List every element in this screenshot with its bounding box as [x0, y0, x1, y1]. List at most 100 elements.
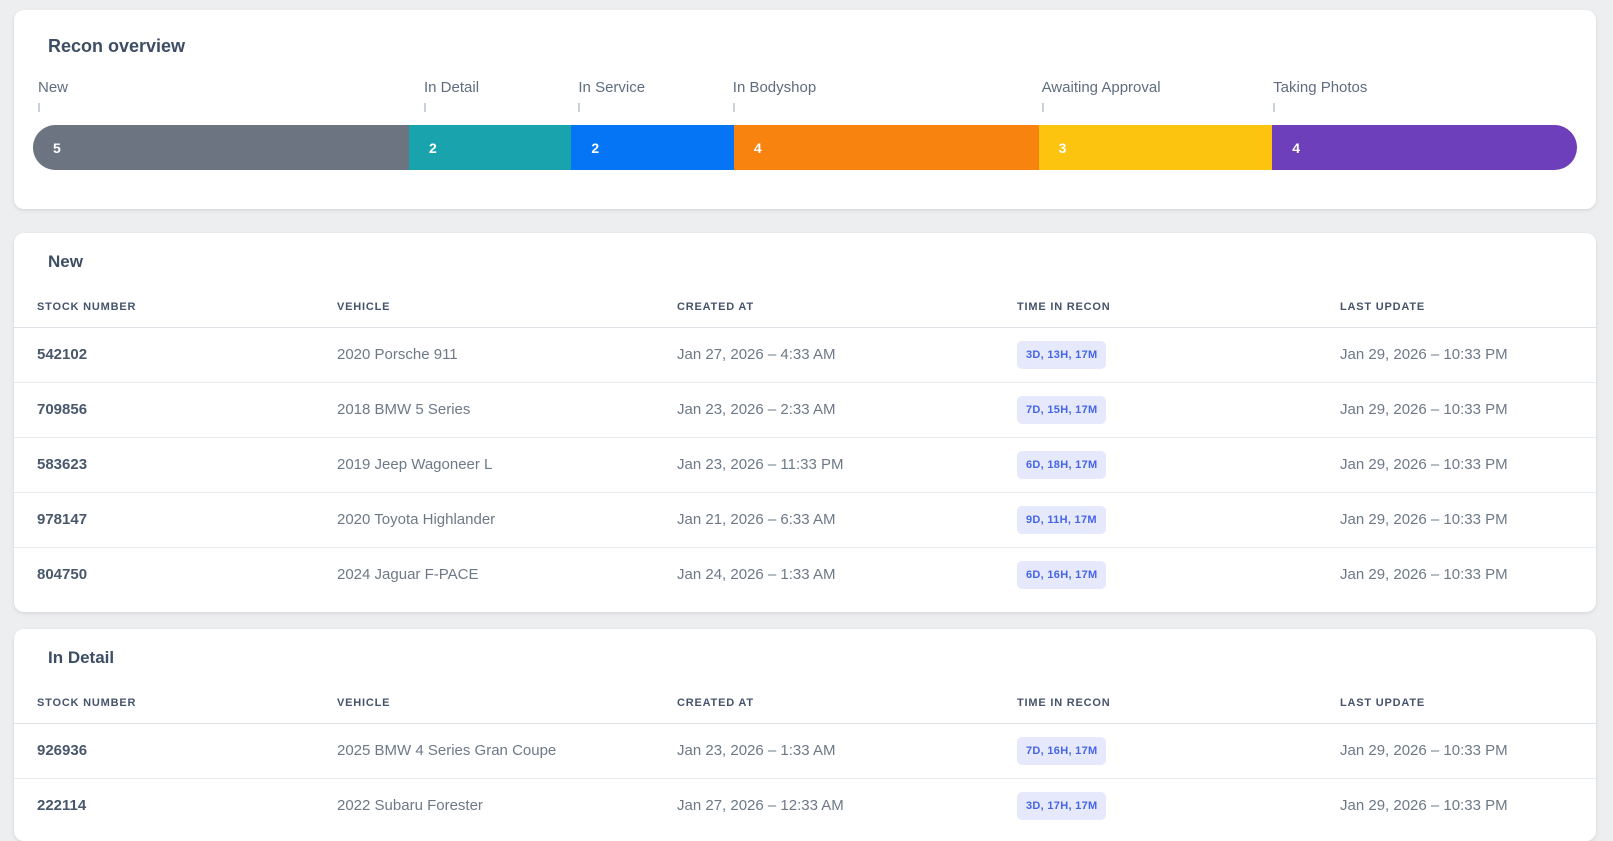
stage-label: New [38, 79, 69, 96]
segment-count: 4 [1292, 139, 1300, 156]
created-at-cell: Jan 27, 2026 – 12:33 AM [677, 797, 844, 814]
time-in-recon-badge: 7D, 16H, 17M [1017, 737, 1107, 765]
segment-count: 2 [429, 139, 437, 156]
section-title: In Detail [48, 648, 115, 667]
stage-tick [578, 103, 581, 112]
segment-count: 4 [753, 139, 762, 156]
segment-count: 3 [1058, 139, 1067, 156]
column-header-stock-number: STOCK NUMBER [37, 697, 137, 709]
table-row[interactable]: 804750 2024 Jaguar F-PACE Jan 24, 2026 –… [14, 548, 1596, 603]
recon-dashboard-page: Recon overview New In Detail In Service … [0, 10, 1613, 841]
stock-number-cell: 926936 [37, 742, 88, 759]
table-row[interactable]: 222114 2022 Subaru Forester Jan 27, 2026… [14, 779, 1596, 834]
column-header-time-in-recon: TIME IN RECON [1017, 697, 1111, 709]
stock-number-cell: 804750 [37, 566, 88, 583]
time-in-recon-cell: 7D, 15H, 17M [1017, 383, 1340, 438]
stage-tick [424, 103, 426, 112]
column-header-last-update: LAST UPDATE [1340, 697, 1425, 709]
column-header-time-in-recon: TIME IN RECON [1017, 301, 1111, 313]
time-in-recon-badge: 3D, 17H, 17M [1017, 792, 1107, 820]
vehicle-cell: 2020 Porsche 911 [337, 346, 458, 363]
stage-label-group-awaiting-approval: Awaiting Approval [1037, 78, 1269, 112]
in-detail-vehicles-table: STOCK NUMBER VEHICLE CREATED AT TIME IN … [14, 689, 1596, 833]
table-row[interactable]: 978147 2020 Toyota Highlander Jan 21, 20… [14, 493, 1596, 548]
time-in-recon-badge: 6D, 16H, 17M [1017, 561, 1107, 589]
vehicle-cell: 2024 Jaguar F-PACE [337, 566, 479, 583]
stock-number-cell: 978147 [37, 511, 88, 528]
created-at-cell: Jan 24, 2026 – 1:33 AM [677, 566, 836, 583]
time-in-recon-cell: 9D, 11H, 17M [1017, 493, 1340, 548]
stage-label: Awaiting Approval [1041, 79, 1161, 96]
created-at-cell: Jan 23, 2026 – 11:33 PM [677, 456, 844, 473]
vehicle-cell: 2019 Jeep Wagoneer L [337, 456, 493, 473]
stock-number-cell: 542102 [37, 346, 88, 363]
column-header-created-at: CREATED AT [677, 697, 754, 709]
stage-label-group-taking-photos: Taking Photos [1268, 78, 1577, 112]
bar-segment-new[interactable]: 5 [33, 125, 409, 170]
table-row[interactable]: 542102 2020 Porsche 911 Jan 27, 2026 – 4… [14, 328, 1596, 383]
column-header-vehicle: VEHICLE [337, 301, 391, 313]
last-update-cell: Jan 29, 2026 – 10:33 PM [1340, 797, 1508, 814]
time-in-recon-badge: 6D, 18H, 17M [1017, 451, 1107, 479]
table-header-row: STOCK NUMBER VEHICLE CREATED AT TIME IN … [14, 293, 1596, 328]
last-update-cell: Jan 29, 2026 – 10:33 PM [1340, 742, 1508, 759]
column-header-last-update: LAST UPDATE [1340, 301, 1425, 313]
segment-count: 5 [53, 139, 61, 156]
last-update-cell: Jan 29, 2026 – 10:33 PM [1340, 566, 1508, 583]
column-header-stock-number: STOCK NUMBER [37, 301, 137, 313]
stock-number-cell: 583623 [37, 456, 88, 473]
column-header-vehicle: VEHICLE [337, 697, 391, 709]
in-detail-section-card: In Detail STOCK NUMBER VEHICLE CREATED A… [14, 629, 1596, 841]
recon-pipeline-bar: 5 2 2 4 3 4 [33, 125, 1577, 170]
bar-segment-in-service[interactable]: 2 [571, 125, 734, 170]
table-row[interactable]: 709856 2018 BMW 5 Series Jan 23, 2026 – … [14, 383, 1596, 438]
new-vehicles-table: STOCK NUMBER VEHICLE CREATED AT TIME IN … [14, 293, 1596, 602]
stage-tick [38, 103, 40, 112]
column-header-created-at: CREATED AT [677, 301, 754, 313]
stage-label-group-in-detail: In Detail [419, 78, 573, 112]
bar-segment-in-bodyshop[interactable]: 4 [733, 125, 1039, 170]
section-title: New [48, 252, 83, 271]
table-row[interactable]: 926936 2025 BMW 4 Series Gran Coupe Jan … [14, 724, 1596, 779]
bar-segment-awaiting-approval[interactable]: 3 [1038, 125, 1273, 170]
stage-tick [1273, 103, 1276, 112]
created-at-cell: Jan 27, 2026 – 4:33 AM [677, 346, 836, 363]
overview-title: Recon overview [48, 36, 186, 56]
time-in-recon-badge: 7D, 15H, 17M [1017, 396, 1107, 424]
stage-label: In Detail [424, 79, 480, 96]
time-in-recon-cell: 7D, 16H, 17M [1017, 724, 1340, 779]
time-in-recon-cell: 6D, 18H, 17M [1017, 438, 1340, 493]
time-in-recon-cell: 3D, 13H, 17M [1017, 328, 1340, 383]
new-section-card: New STOCK NUMBER VEHICLE CREATED AT TIME… [14, 233, 1596, 612]
created-at-cell: Jan 21, 2026 – 6:33 AM [677, 511, 836, 528]
table-row[interactable]: 583623 2019 Jeep Wagoneer L Jan 23, 2026… [14, 438, 1596, 493]
stage-label-group-new: New [33, 78, 419, 112]
stage-tick [1041, 103, 1044, 112]
segment-count: 2 [591, 139, 600, 156]
vehicle-cell: 2020 Toyota Highlander [337, 511, 496, 528]
recon-overview-card: Recon overview New In Detail In Service … [14, 10, 1596, 209]
created-at-cell: Jan 23, 2026 – 1:33 AM [677, 742, 836, 759]
stock-number-cell: 222114 [37, 797, 87, 814]
last-update-cell: Jan 29, 2026 – 10:33 PM [1340, 346, 1508, 363]
stage-label: In Service [578, 79, 646, 96]
bar-segment-taking-photos[interactable]: 4 [1272, 125, 1577, 170]
stage-label-group-in-bodyshop: In Bodyshop [728, 78, 1037, 112]
time-in-recon-badge: 9D, 11H, 17M [1017, 506, 1106, 534]
stage-label-group-in-service: In Service [573, 78, 727, 112]
last-update-cell: Jan 29, 2026 – 10:33 PM [1340, 456, 1508, 473]
table-header-row: STOCK NUMBER VEHICLE CREATED AT TIME IN … [14, 689, 1596, 724]
bar-segment-in-detail[interactable]: 2 [409, 125, 572, 170]
last-update-cell: Jan 29, 2026 – 10:33 PM [1340, 401, 1508, 418]
vehicle-cell: 2018 BMW 5 Series [337, 401, 471, 418]
time-in-recon-cell: 6D, 16H, 17M [1017, 548, 1340, 603]
stage-labels-row: New In Detail In Service In Bodyshop Awa… [33, 78, 1577, 112]
vehicle-cell: 2025 BMW 4 Series Gran Coupe [337, 742, 557, 759]
vehicle-cell: 2022 Subaru Forester [337, 797, 483, 814]
time-in-recon-cell: 3D, 17H, 17M [1017, 779, 1340, 834]
time-in-recon-badge: 3D, 13H, 17M [1017, 341, 1107, 369]
last-update-cell: Jan 29, 2026 – 10:33 PM [1340, 511, 1508, 528]
stock-number-cell: 709856 [37, 401, 88, 418]
stage-label: Taking Photos [1273, 79, 1368, 96]
stage-label: In Bodyshop [732, 79, 817, 96]
